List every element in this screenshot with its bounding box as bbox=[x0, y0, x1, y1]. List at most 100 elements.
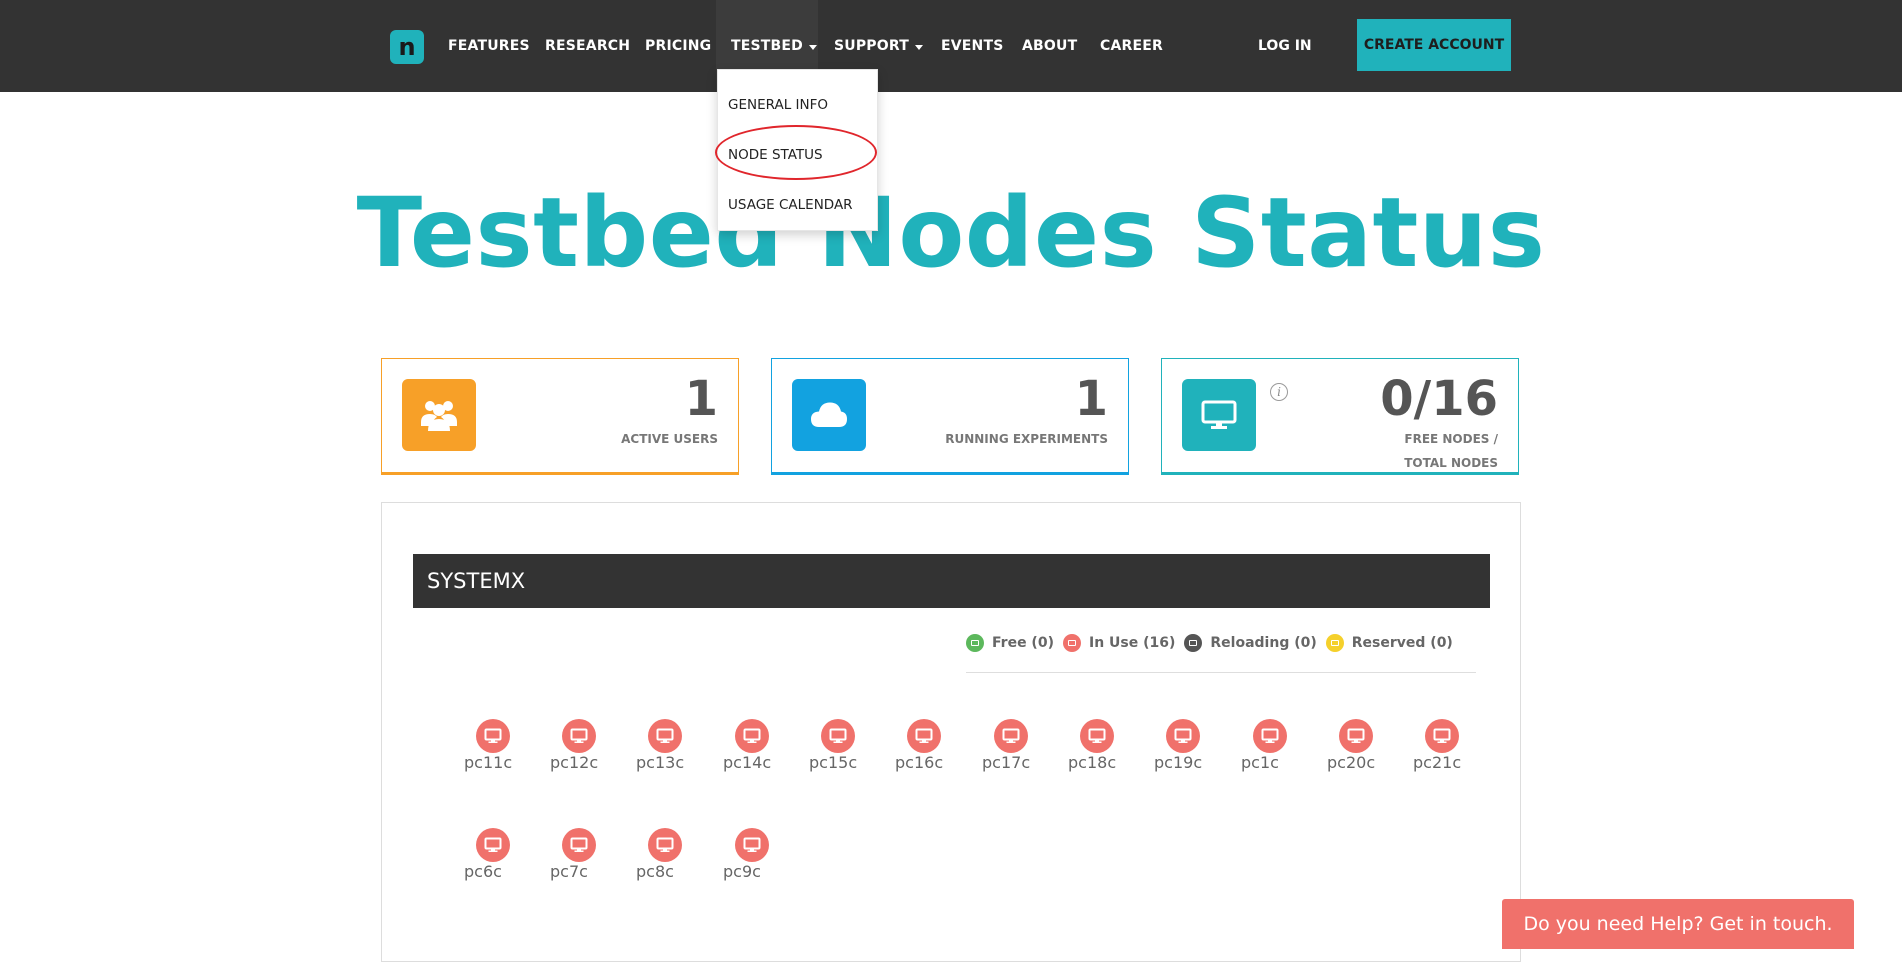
node-item[interactable]: pc20c bbox=[1327, 719, 1391, 779]
running-experiments-count: 1 bbox=[1074, 371, 1108, 427]
node-item[interactable]: pc18c bbox=[1068, 719, 1132, 779]
dropdown-item-general-info[interactable]: GENERAL INFO bbox=[728, 95, 828, 115]
monitor-icon bbox=[1184, 634, 1203, 652]
monitor-icon bbox=[1080, 719, 1114, 753]
nav-pricing[interactable]: PRICING bbox=[645, 0, 711, 92]
node-item[interactable]: pc16c bbox=[895, 719, 959, 779]
legend-in-use: In Use (16) bbox=[1062, 634, 1176, 652]
login-link[interactable]: LOG IN bbox=[1258, 0, 1312, 92]
node-name: pc1c bbox=[1241, 753, 1279, 772]
stat-card-free-nodes: i 0/16 FREE NODES / TOTAL NODES bbox=[1161, 358, 1519, 475]
nav-label: EVENTS bbox=[941, 38, 1004, 54]
node-name: pc16c bbox=[895, 753, 944, 772]
monitor-icon bbox=[562, 719, 596, 753]
monitor-icon bbox=[966, 634, 984, 652]
node-name: pc17c bbox=[982, 753, 1031, 772]
nav-research[interactable]: RESEARCH bbox=[545, 0, 630, 92]
monitor-icon bbox=[735, 719, 769, 753]
legend-label: Reloading (0) bbox=[1210, 635, 1317, 651]
node-name: pc11c bbox=[464, 753, 513, 772]
stat-label-line: TOTAL NODES bbox=[1404, 456, 1498, 470]
node-item[interactable]: pc9c bbox=[723, 828, 787, 888]
users-icon bbox=[402, 379, 476, 451]
section-header: SYSTEMX bbox=[413, 554, 1490, 608]
monitor-icon bbox=[1253, 719, 1287, 753]
monitor-icon bbox=[1425, 719, 1459, 753]
node-name: pc15c bbox=[809, 753, 858, 772]
nav-label: FEATURES bbox=[448, 38, 530, 54]
stat-label-line: FREE NODES / bbox=[1404, 432, 1498, 446]
nav-label: CAREER bbox=[1100, 38, 1163, 54]
monitor-icon bbox=[562, 828, 596, 862]
node-name: pc21c bbox=[1413, 753, 1462, 772]
caret-down-icon bbox=[914, 44, 923, 50]
brand-logo[interactable]: n bbox=[390, 30, 424, 64]
node-item[interactable]: pc1c bbox=[1241, 719, 1305, 779]
info-icon[interactable]: i bbox=[1270, 383, 1288, 401]
nav-label: RESEARCH bbox=[545, 38, 631, 54]
legend-reserved: Reserved (0) bbox=[1325, 634, 1453, 652]
node-item[interactable]: pc6c bbox=[464, 828, 528, 888]
node-name: pc18c bbox=[1068, 753, 1117, 772]
monitor-icon bbox=[1062, 634, 1081, 652]
legend-free: Free (0) bbox=[966, 634, 1054, 652]
node-item[interactable]: pc11c bbox=[464, 719, 528, 779]
node-item[interactable]: pc13c bbox=[636, 719, 700, 779]
stat-label: RUNNING EXPERIMENTS bbox=[945, 427, 1108, 451]
monitor-icon bbox=[648, 719, 682, 753]
node-item[interactable]: pc7c bbox=[550, 828, 614, 888]
monitor-icon bbox=[1166, 719, 1200, 753]
nav-label: TESTBED bbox=[731, 38, 804, 54]
monitor-icon bbox=[1182, 379, 1256, 451]
monitor-icon bbox=[994, 719, 1028, 753]
legend-divider bbox=[966, 672, 1476, 673]
monitor-icon bbox=[476, 828, 510, 862]
legend-label: Free (0) bbox=[992, 635, 1054, 651]
nav-label: SUPPORT bbox=[834, 38, 909, 54]
node-item[interactable]: pc14c bbox=[723, 719, 787, 779]
monitor-icon bbox=[648, 828, 682, 862]
node-status-panel: SYSTEMX Free (0) In Use (16) Reloading (… bbox=[381, 502, 1521, 962]
active-users-count: 1 bbox=[684, 371, 718, 427]
node-item[interactable]: pc8c bbox=[636, 828, 700, 888]
node-name: pc7c bbox=[550, 862, 588, 881]
stat-label: FREE NODES / TOTAL NODES bbox=[1404, 427, 1498, 475]
nav-features[interactable]: FEATURES bbox=[448, 0, 530, 92]
node-name: pc14c bbox=[723, 753, 772, 772]
monitor-icon bbox=[821, 719, 855, 753]
node-item[interactable]: pc15c bbox=[809, 719, 873, 779]
legend-label: Reserved (0) bbox=[1351, 635, 1453, 651]
create-account-button[interactable]: CREATE ACCOUNT bbox=[1357, 19, 1511, 71]
monitor-icon bbox=[1325, 634, 1344, 652]
help-contact-button[interactable]: Do you need Help? Get in touch. bbox=[1502, 899, 1854, 949]
caret-down-icon bbox=[809, 44, 818, 50]
cloud-icon bbox=[792, 379, 866, 451]
node-name: pc8c bbox=[636, 862, 674, 881]
status-legend: Free (0) In Use (16) Reloading (0) Reser… bbox=[966, 631, 1462, 655]
node-name: pc19c bbox=[1154, 753, 1203, 772]
nav-label: PRICING bbox=[645, 38, 712, 54]
nav-label: ABOUT bbox=[1022, 38, 1078, 54]
logo-letter: n bbox=[398, 33, 416, 61]
monitor-icon bbox=[907, 719, 941, 753]
dropdown-item-usage-calendar[interactable]: USAGE CALENDAR bbox=[728, 195, 853, 215]
monitor-icon bbox=[1339, 719, 1373, 753]
free-nodes-count: 0/16 bbox=[1380, 371, 1498, 427]
stat-label-line: ACTIVE USERS bbox=[621, 432, 718, 446]
node-item[interactable]: pc21c bbox=[1413, 719, 1477, 779]
node-item[interactable]: pc12c bbox=[550, 719, 614, 779]
page-title: Testbed Nodes Status bbox=[356, 177, 1546, 289]
nav-about[interactable]: ABOUT bbox=[1022, 0, 1077, 92]
node-name: pc13c bbox=[636, 753, 685, 772]
top-navbar: n FEATURES RESEARCH PRICING TESTBED SUPP… bbox=[0, 0, 1902, 92]
stat-card-active-users: 1 ACTIVE USERS bbox=[381, 358, 739, 475]
stat-card-running-experiments: 1 RUNNING EXPERIMENTS bbox=[771, 358, 1129, 475]
nav-events[interactable]: EVENTS bbox=[941, 0, 1004, 92]
node-name: pc20c bbox=[1327, 753, 1376, 772]
nav-career[interactable]: CAREER bbox=[1100, 0, 1163, 92]
node-name: pc12c bbox=[550, 753, 599, 772]
node-item[interactable]: pc19c bbox=[1154, 719, 1218, 779]
node-item[interactable]: pc17c bbox=[982, 719, 1046, 779]
legend-label: In Use (16) bbox=[1088, 635, 1176, 651]
stat-label-line: RUNNING EXPERIMENTS bbox=[945, 432, 1108, 446]
